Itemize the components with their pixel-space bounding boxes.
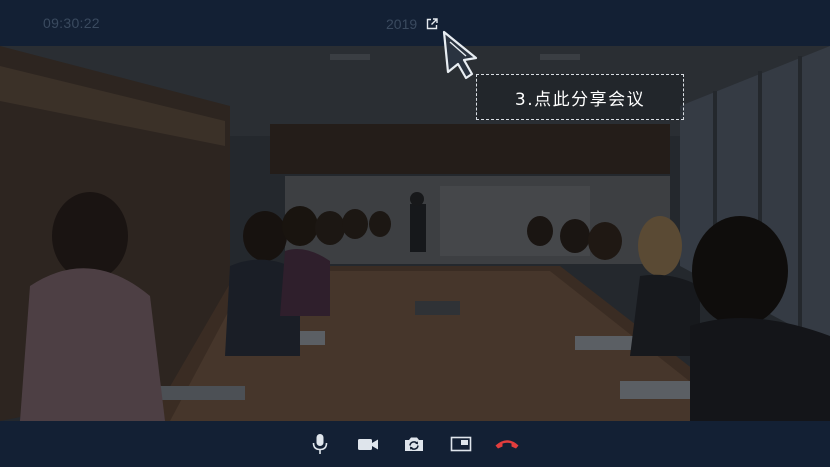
meeting-id-group: 2019 <box>386 14 439 34</box>
microphone-icon <box>312 434 328 454</box>
switch-camera-button[interactable] <box>401 431 427 457</box>
top-bar: 09:30:22 2019 <box>0 0 830 46</box>
mute-button[interactable] <box>307 431 333 457</box>
phone-hangup-icon <box>495 440 519 449</box>
guide-tooltip: 3.点此分享会议 <box>476 74 684 120</box>
hangup-button[interactable] <box>494 431 520 457</box>
video-camera-icon <box>358 439 378 450</box>
guide-tooltip-text: 3.点此分享会议 <box>514 89 646 110</box>
clock-text: 09:30:22 <box>43 15 100 31</box>
video-feed <box>0 46 830 421</box>
hand-pointer-icon <box>442 30 478 80</box>
meeting-id-text: 2019 <box>386 16 418 32</box>
bottom-toolbar <box>0 421 830 467</box>
camera-rotate-icon <box>405 437 423 451</box>
picture-in-picture-icon <box>450 436 472 452</box>
screen-layout-button[interactable] <box>448 431 474 457</box>
camera-button[interactable] <box>355 431 381 457</box>
conference-room-scene <box>0 46 830 421</box>
